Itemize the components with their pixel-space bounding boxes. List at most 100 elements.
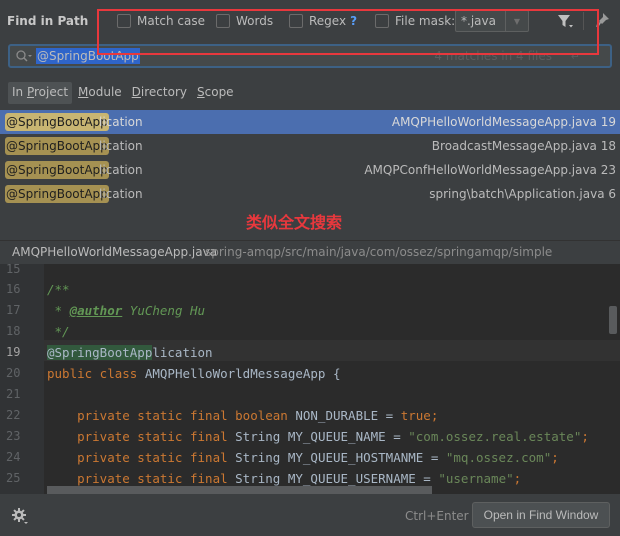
comment: *: [47, 303, 70, 318]
code-line: private static final String MY_QUEUE_HOS…: [47, 450, 559, 465]
search-input[interactable]: @SpringBootApp: [36, 48, 140, 64]
result-match: @SpringBootApp: [5, 113, 109, 131]
file-mask-option[interactable]: File mask:: [375, 13, 455, 29]
result-row[interactable]: @SpringBootApp lication spring\batch\App…: [0, 182, 620, 206]
dialog-footer: Ctrl+Enter Open in Find Window: [0, 494, 620, 536]
result-context: lication: [99, 163, 143, 177]
result-row[interactable]: @SpringBootApp lication AMQPConfHelloWor…: [0, 158, 620, 182]
code-line: private static final String MY_QUEUE_NAM…: [47, 429, 589, 444]
toolbar-separator: [583, 12, 584, 30]
semicolon: ;: [513, 471, 522, 486]
line-number: 19: [6, 345, 21, 359]
result-context: lication: [99, 115, 143, 129]
code-preview[interactable]: 15 16 17 18 19 20 21 22 23 24 25 /** * @…: [0, 264, 620, 494]
comment: */: [47, 324, 70, 339]
string-literal: "mq.ossez.com": [445, 450, 552, 465]
semicolon: ;: [551, 450, 559, 465]
match-case-checkbox[interactable]: [117, 14, 131, 28]
code-text: String MY_QUEUE_USERNAME =: [235, 471, 439, 486]
tab-label-suffix: odule: [88, 85, 122, 99]
line-number: 18: [6, 324, 21, 338]
tab-mnemonic: D: [131, 85, 141, 99]
search-history-icon[interactable]: [15, 49, 33, 63]
results-list: @SpringBootApp lication AMQPHelloWorldMe…: [0, 110, 620, 206]
preview-file-name: AMQPHelloWorldMessageApp.java: [12, 245, 218, 259]
regex-option[interactable]: Regex ?: [289, 13, 357, 29]
search-field[interactable]: @SpringBootApp 4 matches in 4 files ↵: [8, 44, 612, 68]
annotation-text: 类似全文搜索: [246, 213, 343, 232]
shortcut-hint: Ctrl+Enter: [405, 509, 469, 523]
result-row[interactable]: @SpringBootApp lication AMQPHelloWorldMe…: [0, 110, 620, 134]
pin-icon[interactable]: [594, 12, 610, 28]
file-mask-value[interactable]: *.java: [456, 11, 506, 31]
line-number: 24: [6, 450, 21, 464]
regex-help-link[interactable]: ?: [350, 14, 357, 28]
result-context: lication: [99, 139, 143, 153]
keyword: private static final boolean: [47, 408, 296, 423]
code-line: @SpringBootApplication: [47, 345, 213, 360]
string-literal: "com.ossez.real.estate": [408, 429, 582, 444]
code-text: NON_DURABLE =: [295, 408, 401, 423]
code-text: String MY_QUEUE_HOSTMANME =: [235, 450, 446, 465]
line-number: 17: [6, 303, 21, 317]
result-match: @SpringBootApp: [5, 161, 109, 179]
tab-mnemonic: S: [197, 85, 205, 99]
preview-header: AMQPHelloWorldMessageApp.java spring-amq…: [0, 240, 620, 264]
result-file: AMQPConfHelloWorldMessageApp.java 23: [364, 163, 616, 177]
tab-label-suffix: irectory: [140, 85, 187, 99]
line-number: 21: [6, 387, 21, 401]
tab-mnemonic: M: [78, 85, 89, 99]
regex-checkbox[interactable]: [289, 14, 303, 28]
vertical-scrollbar[interactable]: [609, 306, 617, 334]
string-literal: "username": [438, 471, 514, 486]
file-mask-label: File mask:: [395, 14, 456, 28]
keyword: private static final: [47, 450, 236, 465]
open-in-find-window-button[interactable]: Open in Find Window: [472, 502, 610, 528]
tab-scope[interactable]: Scope: [193, 82, 238, 104]
regex-label: Regex: [309, 14, 347, 28]
words-option[interactable]: Words: [216, 13, 273, 29]
file-mask-checkbox[interactable]: [375, 14, 389, 28]
result-context: lication: [99, 187, 143, 201]
match-case-label: Match case: [137, 14, 206, 28]
keyword: private static final: [47, 429, 236, 444]
gear-icon[interactable]: [11, 507, 29, 525]
newline-icon[interactable]: ↵: [571, 50, 580, 63]
keyword: public class: [47, 366, 145, 381]
line-number: 20: [6, 366, 21, 380]
horizontal-scrollbar[interactable]: [47, 486, 432, 494]
result-match: @SpringBootApp: [5, 137, 109, 155]
words-checkbox[interactable]: [216, 14, 230, 28]
chevron-down-icon[interactable]: ▼: [506, 11, 528, 31]
tab-mnemonic: P: [26, 85, 34, 99]
comment: YuCheng Hu: [122, 303, 206, 318]
line-number: 16: [6, 282, 21, 296]
code-line: public class AMQPHelloWorldMessageApp {: [47, 366, 341, 381]
result-row[interactable]: @SpringBootApp lication BroadcastMessage…: [0, 134, 620, 158]
preview-file-path: spring-amqp/src/main/java/com/ossez/spri…: [205, 245, 553, 259]
tab-directory[interactable]: Directory: [128, 82, 191, 104]
match-case-option[interactable]: Match case: [117, 13, 205, 29]
line-number: 15: [6, 264, 21, 276]
result-match: @SpringBootApp: [5, 185, 109, 203]
words-label: Words: [236, 14, 274, 28]
file-mask-dropdown[interactable]: *.java ▼: [455, 10, 529, 32]
code-text: lication: [152, 345, 213, 360]
comment: /**: [47, 282, 70, 297]
keyword: true: [400, 408, 431, 423]
tab-module[interactable]: Module: [74, 82, 126, 104]
code-text: String MY_QUEUE_NAME =: [235, 429, 409, 444]
tab-label-suffix: roject: [34, 85, 69, 99]
code-line: * @author YuCheng Hu: [47, 303, 206, 318]
semicolon: ;: [430, 408, 439, 423]
filter-icon[interactable]: [556, 12, 574, 30]
tab-in-project[interactable]: In Project: [8, 82, 73, 104]
code-line: private static final String MY_QUEUE_USE…: [47, 471, 521, 486]
tab-label-prefix: In: [12, 85, 27, 99]
semicolon: ;: [581, 429, 589, 444]
search-match-highlight: @SpringBootApp: [47, 345, 153, 360]
keyword: private static final: [47, 471, 236, 486]
line-number: 23: [6, 429, 21, 443]
result-file: AMQPHelloWorldMessageApp.java 19: [391, 115, 616, 129]
tab-label-suffix: cope: [204, 85, 234, 99]
